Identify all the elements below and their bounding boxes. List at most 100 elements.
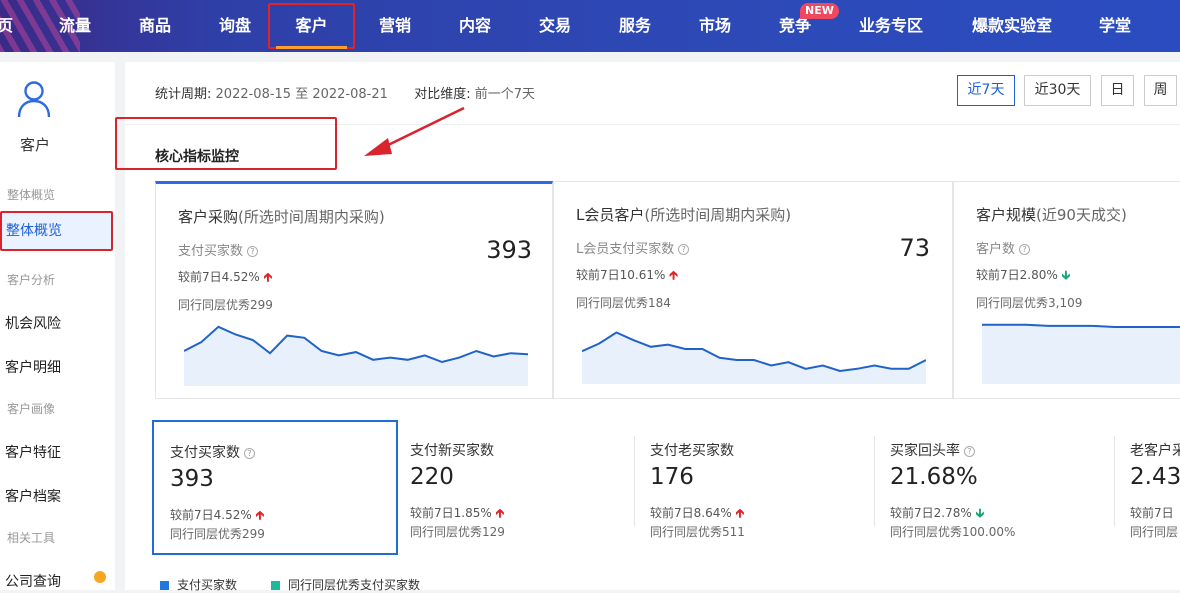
kpi-returning-buyers[interactable]: 支付老买家数 176 较前7日8.64% 🡱 同行同层优秀511 xyxy=(634,420,874,555)
legend-swatch xyxy=(271,581,280,590)
nav-item-home[interactable]: 页 xyxy=(0,0,20,52)
kpi-compare: 较前7日 xyxy=(1130,506,1174,520)
nav-item-traffic[interactable]: 流量 xyxy=(45,0,105,52)
legend-item-peer-excellent[interactable]: 同行同层优秀支付买家数 xyxy=(271,576,420,593)
kpi-label: 支付老买家数 xyxy=(650,443,734,459)
kpi-peer: 同行同层优秀511 xyxy=(650,525,745,539)
nav-item-marketing[interactable]: 营销 xyxy=(365,0,425,52)
help-icon[interactable]: ? xyxy=(247,246,259,257)
period-btn-week[interactable]: 周 xyxy=(1144,75,1177,106)
card-title: L会员客户 xyxy=(576,206,645,224)
card-value: 73 xyxy=(899,234,930,262)
nav-item-trade[interactable]: 交易 xyxy=(525,0,585,52)
user-icon xyxy=(17,81,51,118)
kpi-repeat-rate[interactable]: 买家回头率? 21.68% 较前7日2.78% 🡳 同行同层优秀100.00% xyxy=(874,420,1114,555)
compare-value: 前一个7天 xyxy=(474,87,535,102)
kpi-paying-buyers[interactable]: 支付买家数? 393 较前7日4.52% 🡱 同行同层优秀299 xyxy=(152,420,398,555)
card-peer: 同行同层优秀3,109 xyxy=(976,296,1083,310)
card-compare: 较前7日2.80% xyxy=(976,268,1058,282)
kpi-compare: 较前7日2.78% xyxy=(890,506,972,520)
arrow-up-icon: 🡱 xyxy=(255,508,265,522)
kpi-compare: 较前7日4.52% xyxy=(170,508,252,522)
nav-item-inquiry[interactable]: 询盘 xyxy=(205,0,265,52)
card-peer: 同行同层优秀299 xyxy=(178,298,273,312)
nav-item-products[interactable]: 商品 xyxy=(125,0,185,52)
arrow-down-icon: 🡳 xyxy=(975,506,985,520)
sparkline-chart xyxy=(184,325,528,386)
kpi-label: 支付买家数 xyxy=(170,445,240,461)
kpi-value: 393 xyxy=(170,466,214,492)
arrow-up-icon: 🡱 xyxy=(669,268,678,282)
legend-swatch xyxy=(160,581,169,590)
sparkline-chart xyxy=(582,331,926,384)
kpi-new-buyers[interactable]: 支付新买家数 220 较前7日1.85% 🡱 同行同层优秀129 xyxy=(394,420,634,555)
sidebar-item-customer-profile[interactable]: 客户档案 xyxy=(5,486,61,506)
new-badge: NEW xyxy=(800,3,839,19)
card-compare: 较前7日10.61% xyxy=(576,268,666,282)
sidebar-item-overview[interactable]: 整体概览 xyxy=(0,211,113,251)
kpi-value: 2.43% xyxy=(1130,464,1180,490)
top-nav: 页 流量 商品 询盘 客户 营销 内容 交易 服务 市场 竞争 NEW 业务专区… xyxy=(0,0,1180,52)
arrow-down-icon: 🡳 xyxy=(1061,268,1071,282)
kpi-peer: 同行同层优秀100.00% xyxy=(890,525,1016,539)
nav-item-business-zone[interactable]: 业务专区 xyxy=(850,0,932,52)
sidebar-item-customer-detail[interactable]: 客户明细 xyxy=(5,357,61,377)
sparkline-area xyxy=(184,326,528,386)
card-value: 393 xyxy=(486,236,532,264)
arrow-up-icon: 🡱 xyxy=(263,270,273,284)
sidebar-title: 客户 xyxy=(19,136,50,154)
period-btn-day[interactable]: 日 xyxy=(1101,75,1134,106)
nav-item-academy[interactable]: 学堂 xyxy=(1090,0,1140,52)
sidebar-section-analysis: 客户分析 xyxy=(7,273,56,287)
nav-item-customers[interactable]: 客户 xyxy=(268,3,355,49)
nav-item-service[interactable]: 服务 xyxy=(605,0,665,52)
sparkline-chart xyxy=(982,323,1180,384)
card-customer-purchase[interactable]: 客户采购(所选时间周期内采购) 支付买家数? 393 较前7日4.52% 🡱 同… xyxy=(155,181,553,399)
card-metric-label: 支付买家数 xyxy=(178,244,244,259)
sparkline-area xyxy=(982,324,1180,384)
kpi-peer: 同行同层优秀299 xyxy=(170,527,265,541)
kpi-label: 老客户采 xyxy=(1130,443,1180,459)
help-icon[interactable]: ? xyxy=(244,448,255,459)
card-l-member[interactable]: L会员客户(所选时间周期内采购) L会员支付买家数? 73 较前7日10.61%… xyxy=(553,181,953,399)
kpi-label: 支付新买家数 xyxy=(410,443,494,459)
card-subtitle: (所选时间周期内采购) xyxy=(644,206,792,224)
help-icon[interactable]: ? xyxy=(964,446,975,457)
card-metric-label: 客户数 xyxy=(976,242,1016,257)
kpi-value: 176 xyxy=(650,464,694,490)
annotation-arrow-icon xyxy=(364,106,465,156)
compare-label: 对比维度: xyxy=(414,87,471,102)
period-btn-7d[interactable]: 近7天 xyxy=(957,75,1015,106)
nav-item-market[interactable]: 市场 xyxy=(685,0,745,52)
notification-dot xyxy=(94,571,106,583)
card-compare: 较前7日4.52% xyxy=(178,270,260,284)
help-icon[interactable]: ? xyxy=(678,244,690,255)
card-peer: 同行同层优秀184 xyxy=(576,296,671,310)
sidebar-section-portrait: 客户画像 xyxy=(7,402,56,416)
period-btn-30d[interactable]: 近30天 xyxy=(1024,75,1091,106)
help-icon[interactable]: ? xyxy=(1019,244,1031,255)
sidebar-item-customer-features[interactable]: 客户特征 xyxy=(5,442,61,462)
kpi-label: 买家回头率 xyxy=(890,443,960,459)
kpi-compare: 较前7日8.64% xyxy=(650,506,732,520)
nav-item-content[interactable]: 内容 xyxy=(445,0,505,52)
kpi-peer: 同行同层 xyxy=(1130,525,1179,539)
kpi-row: 支付买家数? 393 较前7日4.52% 🡱 同行同层优秀299 支付新买家数 … xyxy=(152,420,1180,555)
card-customer-scale[interactable]: 客户规模(近90天成交) 客户数? 较前7日2.80% 🡳 同行同层优秀3,10… xyxy=(953,181,1180,399)
period-value: 2022-08-15 至 2022-08-21 xyxy=(215,87,388,102)
sidebar-item-opportunity-risk[interactable]: 机会风险 xyxy=(5,313,61,333)
metric-cards: 客户采购(所选时间周期内采购) 支付买家数? 393 较前7日4.52% 🡱 同… xyxy=(155,181,1180,399)
kpi-value: 220 xyxy=(410,464,454,490)
arrow-up-icon: 🡱 xyxy=(735,506,745,520)
sidebar-section-tools: 相关工具 xyxy=(7,531,56,545)
kpi-old-customer[interactable]: 老客户采 2.43% 较前7日 同行同层 xyxy=(1114,420,1180,555)
nav-item-hot-lab[interactable]: 爆款实验室 xyxy=(960,0,1064,52)
card-title: 客户规模 xyxy=(976,206,1037,224)
sidebar-section-overview: 整体概览 xyxy=(7,188,56,202)
card-metric-label: L会员支付买家数 xyxy=(576,242,675,257)
kpi-value: 21.68% xyxy=(890,464,978,490)
period-label: 统计周期: xyxy=(155,87,212,102)
period-bar: 统计周期: 2022-08-15 至 2022-08-21 对比维度: 前一个7… xyxy=(155,83,535,102)
legend-item-paying-buyers[interactable]: 支付买家数 xyxy=(160,576,237,593)
sidebar-item-company-query[interactable]: 公司查询 xyxy=(5,571,61,591)
